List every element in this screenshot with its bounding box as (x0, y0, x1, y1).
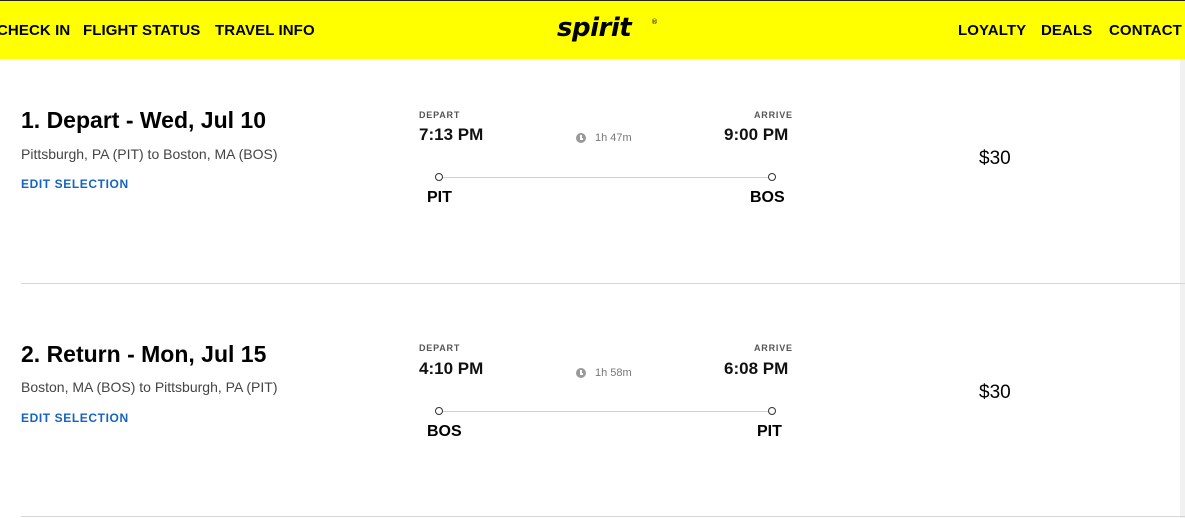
edit-selection-link[interactable]: EDIT SELECTION (21, 177, 129, 191)
leg-price: $30 (979, 382, 1011, 403)
flight-duration: 1h 58m (595, 367, 632, 379)
route-line (441, 411, 771, 412)
origin-dot (435, 407, 443, 415)
leg-route: Pittsburgh, PA (PIT) to Boston, MA (BOS) (21, 146, 278, 162)
depart-label: DEPART (419, 343, 461, 353)
leg-divider (21, 516, 1185, 517)
clock-icon (576, 133, 586, 143)
destination-airport: PIT (757, 423, 782, 440)
leg-route: Boston, MA (BOS) to Pittsburgh, PA (PIT) (21, 379, 278, 395)
origin-airport: PIT (427, 189, 452, 206)
spirit-logo[interactable]: spirit (557, 13, 632, 43)
destination-dot (768, 173, 776, 181)
nav-travel-info[interactable]: TRAVEL INFO (215, 22, 315, 39)
edit-selection-link[interactable]: EDIT SELECTION (21, 411, 129, 425)
nav-loyalty[interactable]: LOYALTY (958, 22, 1026, 39)
flight-leg-depart: 1. Depart - Wed, Jul 10 Pittsburgh, PA (… (0, 59, 1185, 284)
clock-icon (576, 368, 586, 378)
flight-leg-return: 2. Return - Mon, Jul 15 Boston, MA (BOS)… (0, 284, 1185, 518)
top-nav-bar: CHECK IN FLIGHT STATUS TRAVEL INFO spiri… (0, 0, 1185, 59)
leg-title: 2. Return - Mon, Jul 15 (21, 341, 267, 367)
nav-check-in[interactable]: CHECK IN (0, 22, 70, 39)
depart-time: 4:10 PM (419, 359, 484, 378)
origin-airport: BOS (427, 423, 462, 440)
arrive-time: 9:00 PM (724, 125, 789, 144)
destination-airport: BOS (750, 189, 785, 206)
depart-label: DEPART (419, 110, 461, 120)
nav-deals[interactable]: DEALS (1041, 22, 1092, 39)
flight-duration: 1h 47m (595, 132, 632, 144)
arrive-label: ARRIVE (754, 343, 793, 353)
leg-title: 1. Depart - Wed, Jul 10 (21, 107, 266, 133)
arrive-time: 6:08 PM (724, 359, 789, 378)
logo-registered-mark: ® (651, 18, 658, 26)
origin-dot (435, 173, 443, 181)
destination-dot (768, 407, 776, 415)
arrive-label: ARRIVE (754, 110, 793, 120)
route-line (441, 177, 771, 178)
leg-price: $30 (979, 148, 1011, 169)
depart-time: 7:13 PM (419, 125, 484, 144)
nav-contact-us[interactable]: CONTACT US (1109, 22, 1185, 39)
nav-flight-status[interactable]: FLIGHT STATUS (83, 22, 200, 39)
